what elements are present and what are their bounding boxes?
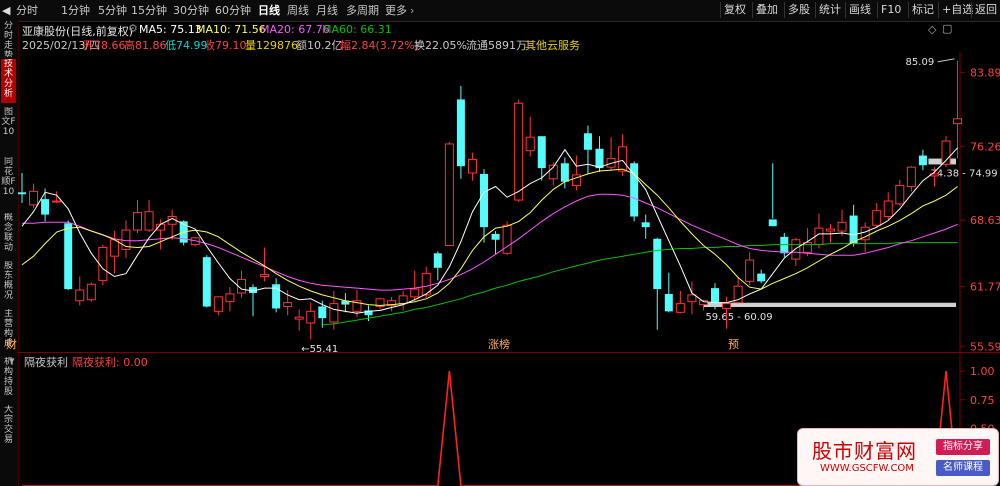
watermark-tag-1: 指标分享 xyxy=(936,439,990,455)
site-watermark-logo: 股市财富网 WWW.GSCFW.COM 指标分享 名师课程 xyxy=(797,428,999,486)
watermark-tag-2: 名师课程 xyxy=(936,460,990,476)
indicator-chart: 1.000.750.500.25 xyxy=(22,353,995,486)
indicator-tick-label: 1.00 xyxy=(970,365,995,378)
indicator-tick-label: 0.75 xyxy=(970,394,995,407)
watermark-url: WWW.GSCFW.COM xyxy=(820,463,914,474)
watermark-logo-text: 股市财富网 xyxy=(812,439,917,463)
